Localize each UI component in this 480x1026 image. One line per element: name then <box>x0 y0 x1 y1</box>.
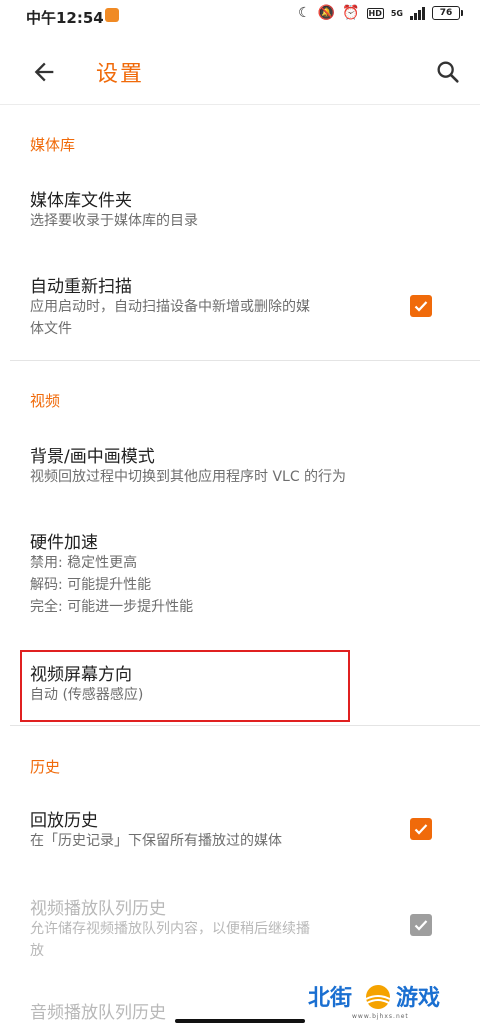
status-bar: 中午12:54 ☾ 🔕 ⏰ HD 5G 76 <box>0 0 480 32</box>
auto-rescan-checkbox[interactable] <box>410 295 432 317</box>
pref-title: 硬件加速 <box>30 533 98 553</box>
pref-title: 媒体库文件夹 <box>30 191 132 211</box>
hd-icon: HD <box>366 7 384 19</box>
page-title: 设置 <box>96 62 145 87</box>
check-icon <box>414 301 428 312</box>
pref-title: 音频播放队列历史 <box>30 1003 166 1023</box>
pref-summary: 在「历史记录」下保留所有播放过的媒体 <box>30 833 282 849</box>
search-button[interactable] <box>434 58 462 86</box>
section-video: 视频 <box>30 392 61 410</box>
mute-icon: 🔕 <box>317 5 336 21</box>
arrow-back-icon <box>34 62 54 82</box>
watermark-logo: 北街 游戏 www.bjhxs.net <box>308 980 473 1022</box>
pref-summary-line1: 允许储存视频播放队列内容，以便稍后继续播 <box>30 921 310 937</box>
pref-summary: 视频回放过程中切换到其他应用程序时 VLC 的行为 <box>30 469 347 485</box>
playback-history-checkbox[interactable] <box>410 818 432 840</box>
pref-title: 视频播放队列历史 <box>30 899 166 919</box>
section-divider <box>10 725 480 726</box>
status-icons: ☾ 🔕 ⏰ HD 5G 76 <box>298 5 463 21</box>
pref-summary-line1: 应用启动时，自动扫描设备中新增或删除的媒 <box>30 299 310 315</box>
back-button[interactable] <box>30 58 58 86</box>
pref-summary-line1: 禁用: 稳定性更高 <box>30 555 138 571</box>
highlight-box <box>20 650 350 722</box>
alarm-icon: ⏰ <box>342 5 360 21</box>
pref-summary-line2: 放 <box>30 943 44 959</box>
moon-icon: ☾ <box>298 5 311 21</box>
pref-summary-line3: 完全: 可能进一步提升性能 <box>30 599 194 615</box>
battery-icon: 76 <box>432 6 463 20</box>
watermark-right-text: 游戏 <box>396 986 441 1011</box>
pref-title: 自动重新扫描 <box>30 277 132 297</box>
signal-icon <box>410 6 425 20</box>
app-toolbar: 设置 <box>0 38 480 105</box>
status-time: 中午12:54 <box>26 9 104 27</box>
search-icon <box>437 61 459 83</box>
pref-title: 背景/画中画模式 <box>30 447 155 467</box>
home-indicator[interactable] <box>175 1019 305 1023</box>
watermark-url: www.bjhxs.net <box>352 1013 409 1020</box>
check-icon <box>414 920 428 931</box>
section-divider <box>10 360 480 361</box>
network-label: 5G <box>390 8 403 18</box>
sun-logo-icon <box>365 985 391 1009</box>
pref-summary: 选择要收录于媒体库的目录 <box>30 213 198 229</box>
watermark-left-text: 北街 <box>308 986 353 1011</box>
pref-summary-line2: 体文件 <box>30 321 72 337</box>
pref-title: 回放历史 <box>30 811 98 831</box>
video-queue-checkbox[interactable] <box>410 914 432 936</box>
notification-icon <box>105 8 119 22</box>
section-media-library: 媒体库 <box>30 136 76 154</box>
pref-summary-line2: 解码: 可能提升性能 <box>30 577 152 593</box>
check-icon <box>414 824 428 835</box>
section-history: 历史 <box>30 758 61 776</box>
